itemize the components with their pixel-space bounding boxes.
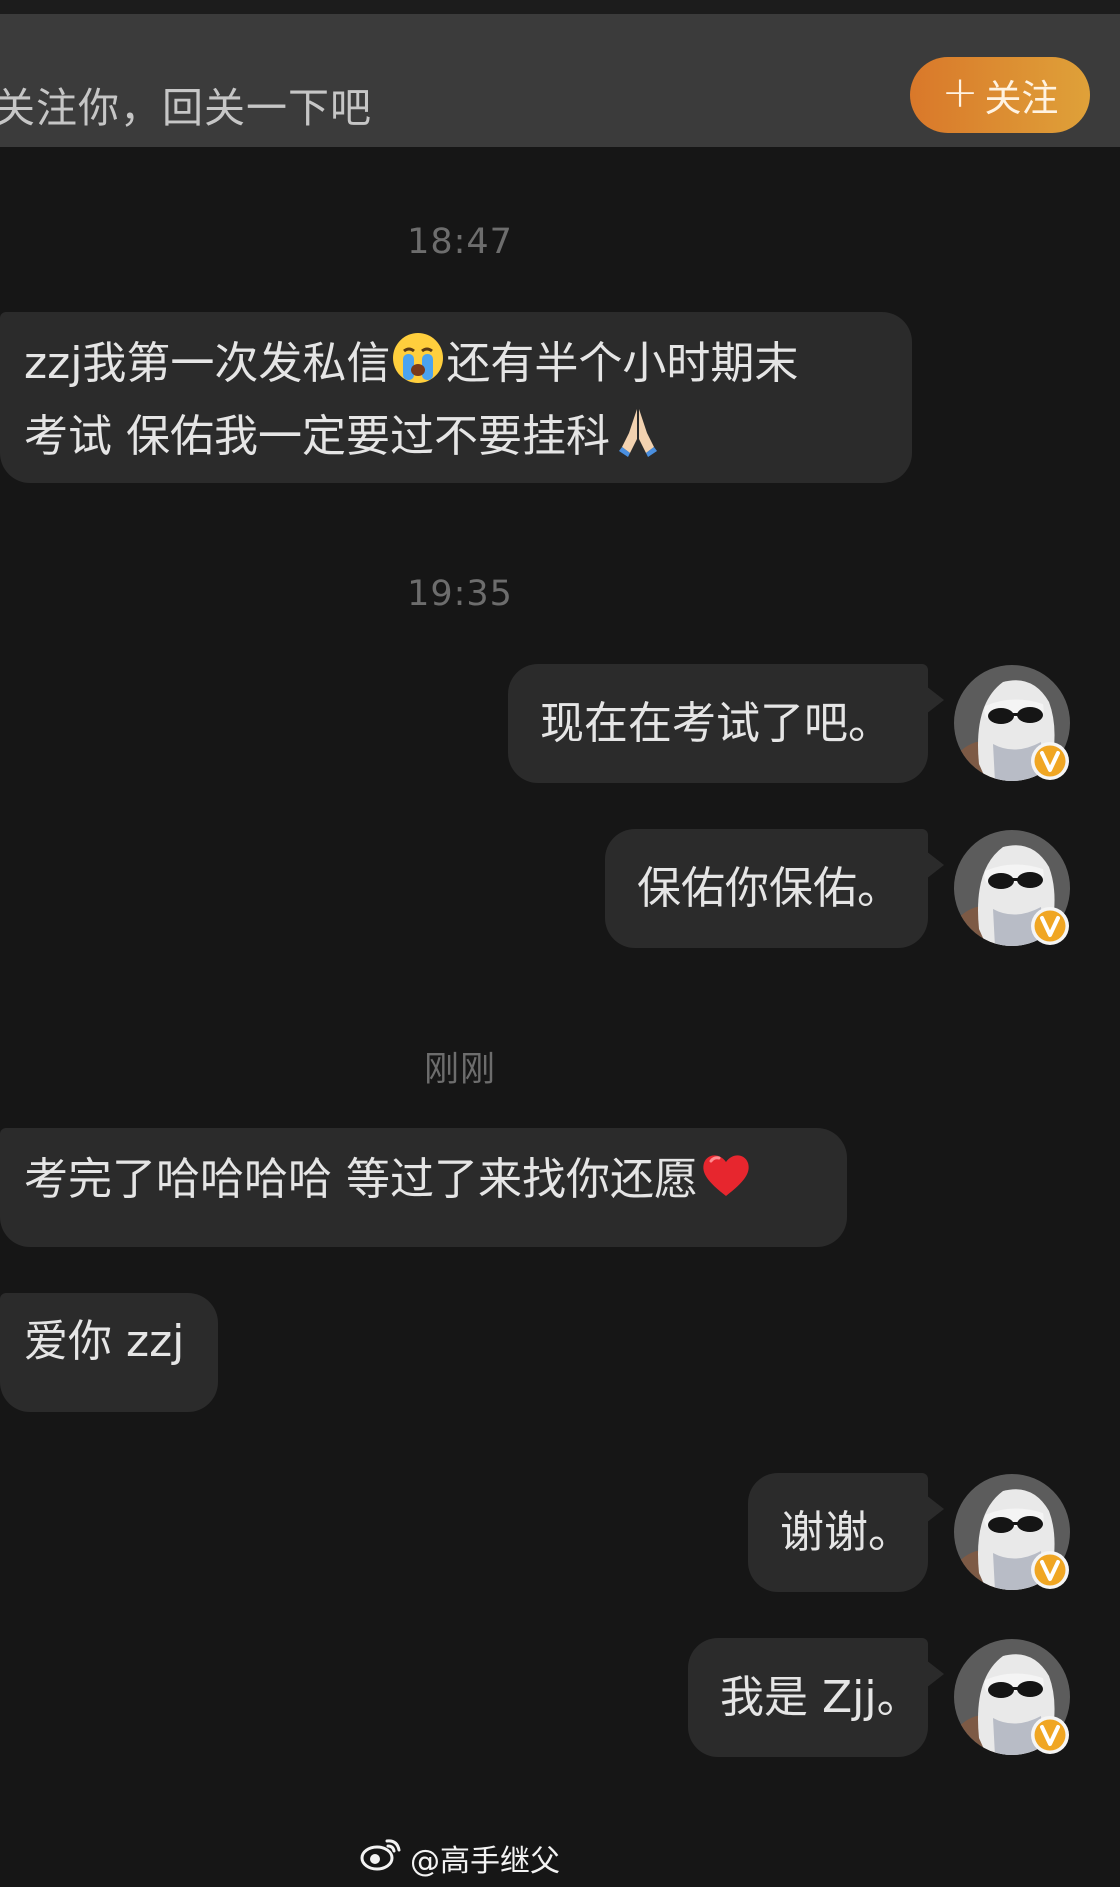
message-text: 现在在考试了吧。 (540, 697, 892, 749)
weibo-logo-icon (360, 1837, 402, 1879)
plus-icon: + (941, 67, 979, 118)
sent-message[interactable]: 保佑你保佑。 (605, 829, 944, 948)
loudly-crying-face-icon (390, 330, 446, 403)
time-divider: 18:47 (407, 222, 513, 262)
avatar-image (954, 1639, 1070, 1755)
avatar-image (954, 665, 1070, 781)
follow-button-label: 关注 (984, 77, 1059, 120)
message-text: 保佑你保佑。 (637, 862, 901, 914)
avatar[interactable] (953, 1638, 1071, 1756)
message-text-line2: 考试 保佑我一定要过不要挂科 (24, 411, 610, 462)
avatar-image (954, 1474, 1070, 1590)
watermark: @高手继父 (0, 1836, 920, 1880)
message-text: 考完了哈哈哈哈 等过了来找你还愿 (24, 1154, 698, 1205)
message-text-continued: 还有半个小时期末 (446, 338, 799, 389)
sent-message[interactable]: 谢谢。 (748, 1473, 944, 1592)
received-message[interactable]: zzj我第一次发私信 还有半个小时期末 考试 保佑我一定要过不要挂科 (0, 312, 912, 483)
follow-banner: 关注你，回关一下吧 + 关注 (0, 14, 1120, 147)
folded-hands-icon (610, 403, 666, 476)
top-edge (0, 0, 1120, 14)
message-text: zzj我第一次发私信 (24, 338, 391, 389)
message-text: 我是 Zjj。 (720, 1671, 921, 1723)
sent-message[interactable]: 我是 Zjj。 (688, 1638, 944, 1757)
watermark-text: @高手继父 (410, 1844, 560, 1879)
avatar[interactable] (953, 664, 1071, 782)
message-text: 谢谢。 (780, 1506, 912, 1558)
follow-button[interactable]: + 关注 (910, 57, 1090, 133)
avatar[interactable] (953, 829, 1071, 947)
follow-prompt-text: 关注你，回关一下吧 (0, 84, 372, 132)
received-message[interactable]: 爱你 zzj (0, 1293, 218, 1412)
received-message[interactable]: 考完了哈哈哈哈 等过了来找你还愿 (0, 1128, 847, 1247)
red-heart-icon (698, 1146, 754, 1219)
message-text: 爱你 zzj (24, 1316, 185, 1367)
avatar[interactable] (953, 1473, 1071, 1591)
avatar-image (954, 830, 1070, 946)
sent-message[interactable]: 现在在考试了吧。 (508, 664, 944, 783)
time-divider: 刚刚 (423, 1050, 496, 1090)
time-divider: 19:35 (407, 574, 513, 614)
